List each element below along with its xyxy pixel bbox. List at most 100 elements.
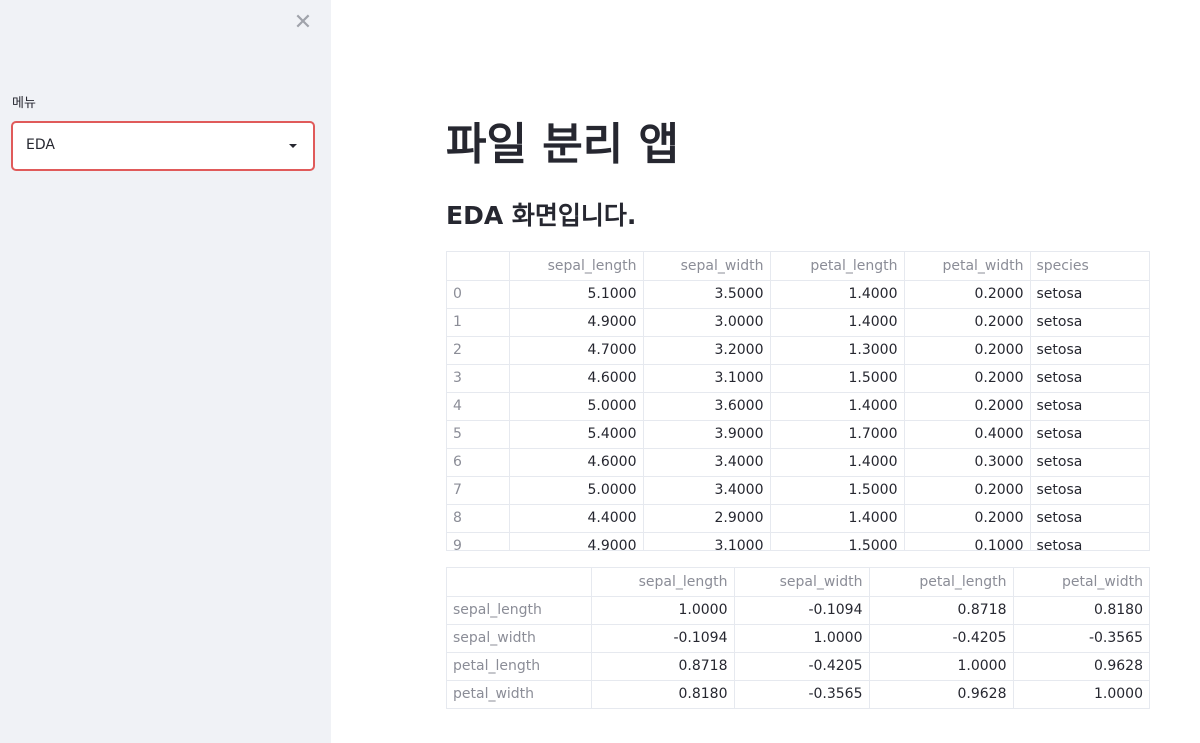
- table-cell[interactable]: setosa: [1030, 476, 1149, 505]
- table-cell[interactable]: 3.4000: [643, 476, 771, 505]
- table-cell[interactable]: -0.3565: [1013, 624, 1149, 653]
- table-cell[interactable]: 3.1000: [643, 364, 771, 393]
- table-cell[interactable]: 1.0000: [734, 624, 870, 653]
- table-cell[interactable]: petal_width: [447, 680, 592, 708]
- table-cell[interactable]: 0.2000: [904, 280, 1031, 309]
- table-cell[interactable]: 3.9000: [643, 420, 771, 449]
- table-cell[interactable]: 4.9000: [509, 532, 644, 550]
- table-cell[interactable]: 3.6000: [643, 392, 771, 421]
- column-header[interactable]: sepal_width: [643, 252, 771, 281]
- table-cell[interactable]: 0.2000: [904, 504, 1031, 533]
- table-cell[interactable]: setosa: [1030, 308, 1149, 337]
- table-cell[interactable]: 1.4000: [770, 280, 905, 309]
- table-cell[interactable]: 3.5000: [643, 280, 771, 309]
- table-cell[interactable]: 0.9628: [1013, 652, 1149, 681]
- table-cell[interactable]: 0.2000: [904, 308, 1031, 337]
- table-cell[interactable]: 4.4000: [509, 504, 644, 533]
- table-cell[interactable]: sepal_width: [447, 624, 592, 653]
- table-cell[interactable]: setosa: [1030, 504, 1149, 533]
- table-cell[interactable]: 6: [447, 448, 510, 477]
- table-cell[interactable]: 4: [447, 392, 510, 421]
- table-cell[interactable]: 0.2000: [904, 364, 1031, 393]
- table-cell[interactable]: 1.0000: [591, 596, 735, 625]
- table-cell[interactable]: 2.9000: [643, 504, 771, 533]
- table-cell[interactable]: 3.1000: [643, 532, 771, 550]
- table-cell[interactable]: 0.2000: [904, 392, 1031, 421]
- table-cell[interactable]: 0.8718: [591, 652, 735, 681]
- table-cell[interactable]: setosa: [1030, 420, 1149, 449]
- iris-dataframe[interactable]: sepal_length sepal_width petal_length pe…: [446, 251, 1150, 551]
- table-cell[interactable]: 9: [447, 532, 510, 550]
- column-header[interactable]: sepal_length: [591, 568, 735, 597]
- table-cell[interactable]: 1.4000: [770, 392, 905, 421]
- table-cell[interactable]: 1.0000: [1013, 680, 1149, 708]
- correlation-table[interactable]: sepal_length sepal_width petal_length pe…: [446, 567, 1150, 709]
- table-cell[interactable]: 0: [447, 280, 510, 309]
- column-header[interactable]: sepal_length: [509, 252, 644, 281]
- table-cell[interactable]: 3.2000: [643, 336, 771, 365]
- column-header[interactable]: sepal_width: [734, 568, 870, 597]
- table-cell[interactable]: 0.8718: [869, 596, 1014, 625]
- table-cell[interactable]: 5.0000: [509, 392, 644, 421]
- table-row: sepal_length 1.0000 -0.1094 0.8718 0.8180: [447, 596, 1149, 625]
- table-cell[interactable]: 1.3000: [770, 336, 905, 365]
- table-cell[interactable]: 0.4000: [904, 420, 1031, 449]
- table-cell[interactable]: 5: [447, 420, 510, 449]
- table-cell[interactable]: 1: [447, 308, 510, 337]
- table-cell[interactable]: setosa: [1030, 448, 1149, 477]
- table-cell[interactable]: 1.4000: [770, 308, 905, 337]
- table-cell[interactable]: 3.4000: [643, 448, 771, 477]
- menu-select[interactable]: EDA: [11, 121, 315, 171]
- table-cell[interactable]: setosa: [1030, 280, 1149, 309]
- table-cell[interactable]: 4.6000: [509, 364, 644, 393]
- table-cell[interactable]: -0.4205: [734, 652, 870, 681]
- column-header[interactable]: species: [1030, 252, 1149, 281]
- table-cell[interactable]: -0.1094: [734, 596, 870, 625]
- table-cell[interactable]: 8: [447, 504, 510, 533]
- table-cell[interactable]: 1.7000: [770, 420, 905, 449]
- table-cell[interactable]: sepal_length: [447, 596, 592, 625]
- table-cell[interactable]: setosa: [1030, 364, 1149, 393]
- close-icon[interactable]: ✕: [292, 10, 314, 35]
- column-header[interactable]: petal_width: [904, 252, 1031, 281]
- table-cell[interactable]: 1.4000: [770, 448, 905, 477]
- table-cell[interactable]: setosa: [1030, 392, 1149, 421]
- table-cell[interactable]: setosa: [1030, 532, 1149, 550]
- table-cell[interactable]: 0.9628: [869, 680, 1014, 708]
- table-cell[interactable]: 1.5000: [770, 364, 905, 393]
- table-cell[interactable]: 1.0000: [869, 652, 1014, 681]
- table-cell[interactable]: 5.4000: [509, 420, 644, 449]
- table-cell[interactable]: 1.5000: [770, 476, 905, 505]
- table-cell[interactable]: -0.4205: [869, 624, 1014, 653]
- table-cell[interactable]: 2: [447, 336, 510, 365]
- table-cell[interactable]: 3: [447, 364, 510, 393]
- table-cell[interactable]: 0.1000: [904, 532, 1031, 550]
- table-cell[interactable]: 0.2000: [904, 336, 1031, 365]
- table-cell[interactable]: 1.5000: [770, 532, 905, 550]
- column-header[interactable]: [447, 252, 510, 281]
- table-cell[interactable]: 0.3000: [904, 448, 1031, 477]
- table-cell[interactable]: 1.4000: [770, 504, 905, 533]
- table-row: 9 4.9000 3.1000 1.5000 0.1000 setosa: [447, 532, 1149, 550]
- table-row: 8 4.4000 2.9000 1.4000 0.2000 setosa: [447, 504, 1149, 533]
- table-cell[interactable]: setosa: [1030, 336, 1149, 365]
- column-header[interactable]: petal_length: [770, 252, 905, 281]
- table-cell[interactable]: petal_length: [447, 652, 592, 681]
- table-cell[interactable]: 7: [447, 476, 510, 505]
- table-cell[interactable]: -0.3565: [734, 680, 870, 708]
- table-cell[interactable]: 4.7000: [509, 336, 644, 365]
- table-cell[interactable]: 5.0000: [509, 476, 644, 505]
- table-cell[interactable]: 0.8180: [1013, 596, 1149, 625]
- table-row: 5 5.4000 3.9000 1.7000 0.4000 setosa: [447, 420, 1149, 449]
- table-cell[interactable]: 5.1000: [509, 280, 644, 309]
- table-cell[interactable]: 3.0000: [643, 308, 771, 337]
- table-cell[interactable]: 0.2000: [904, 476, 1031, 505]
- column-header[interactable]: [447, 568, 592, 597]
- column-header[interactable]: petal_length: [869, 568, 1014, 597]
- table-cell[interactable]: 4.9000: [509, 308, 644, 337]
- table-row: 1 4.9000 3.0000 1.4000 0.2000 setosa: [447, 308, 1149, 337]
- table-cell[interactable]: 4.6000: [509, 448, 644, 477]
- table-cell[interactable]: 0.8180: [591, 680, 735, 708]
- column-header[interactable]: petal_width: [1013, 568, 1149, 597]
- table-cell[interactable]: -0.1094: [591, 624, 735, 653]
